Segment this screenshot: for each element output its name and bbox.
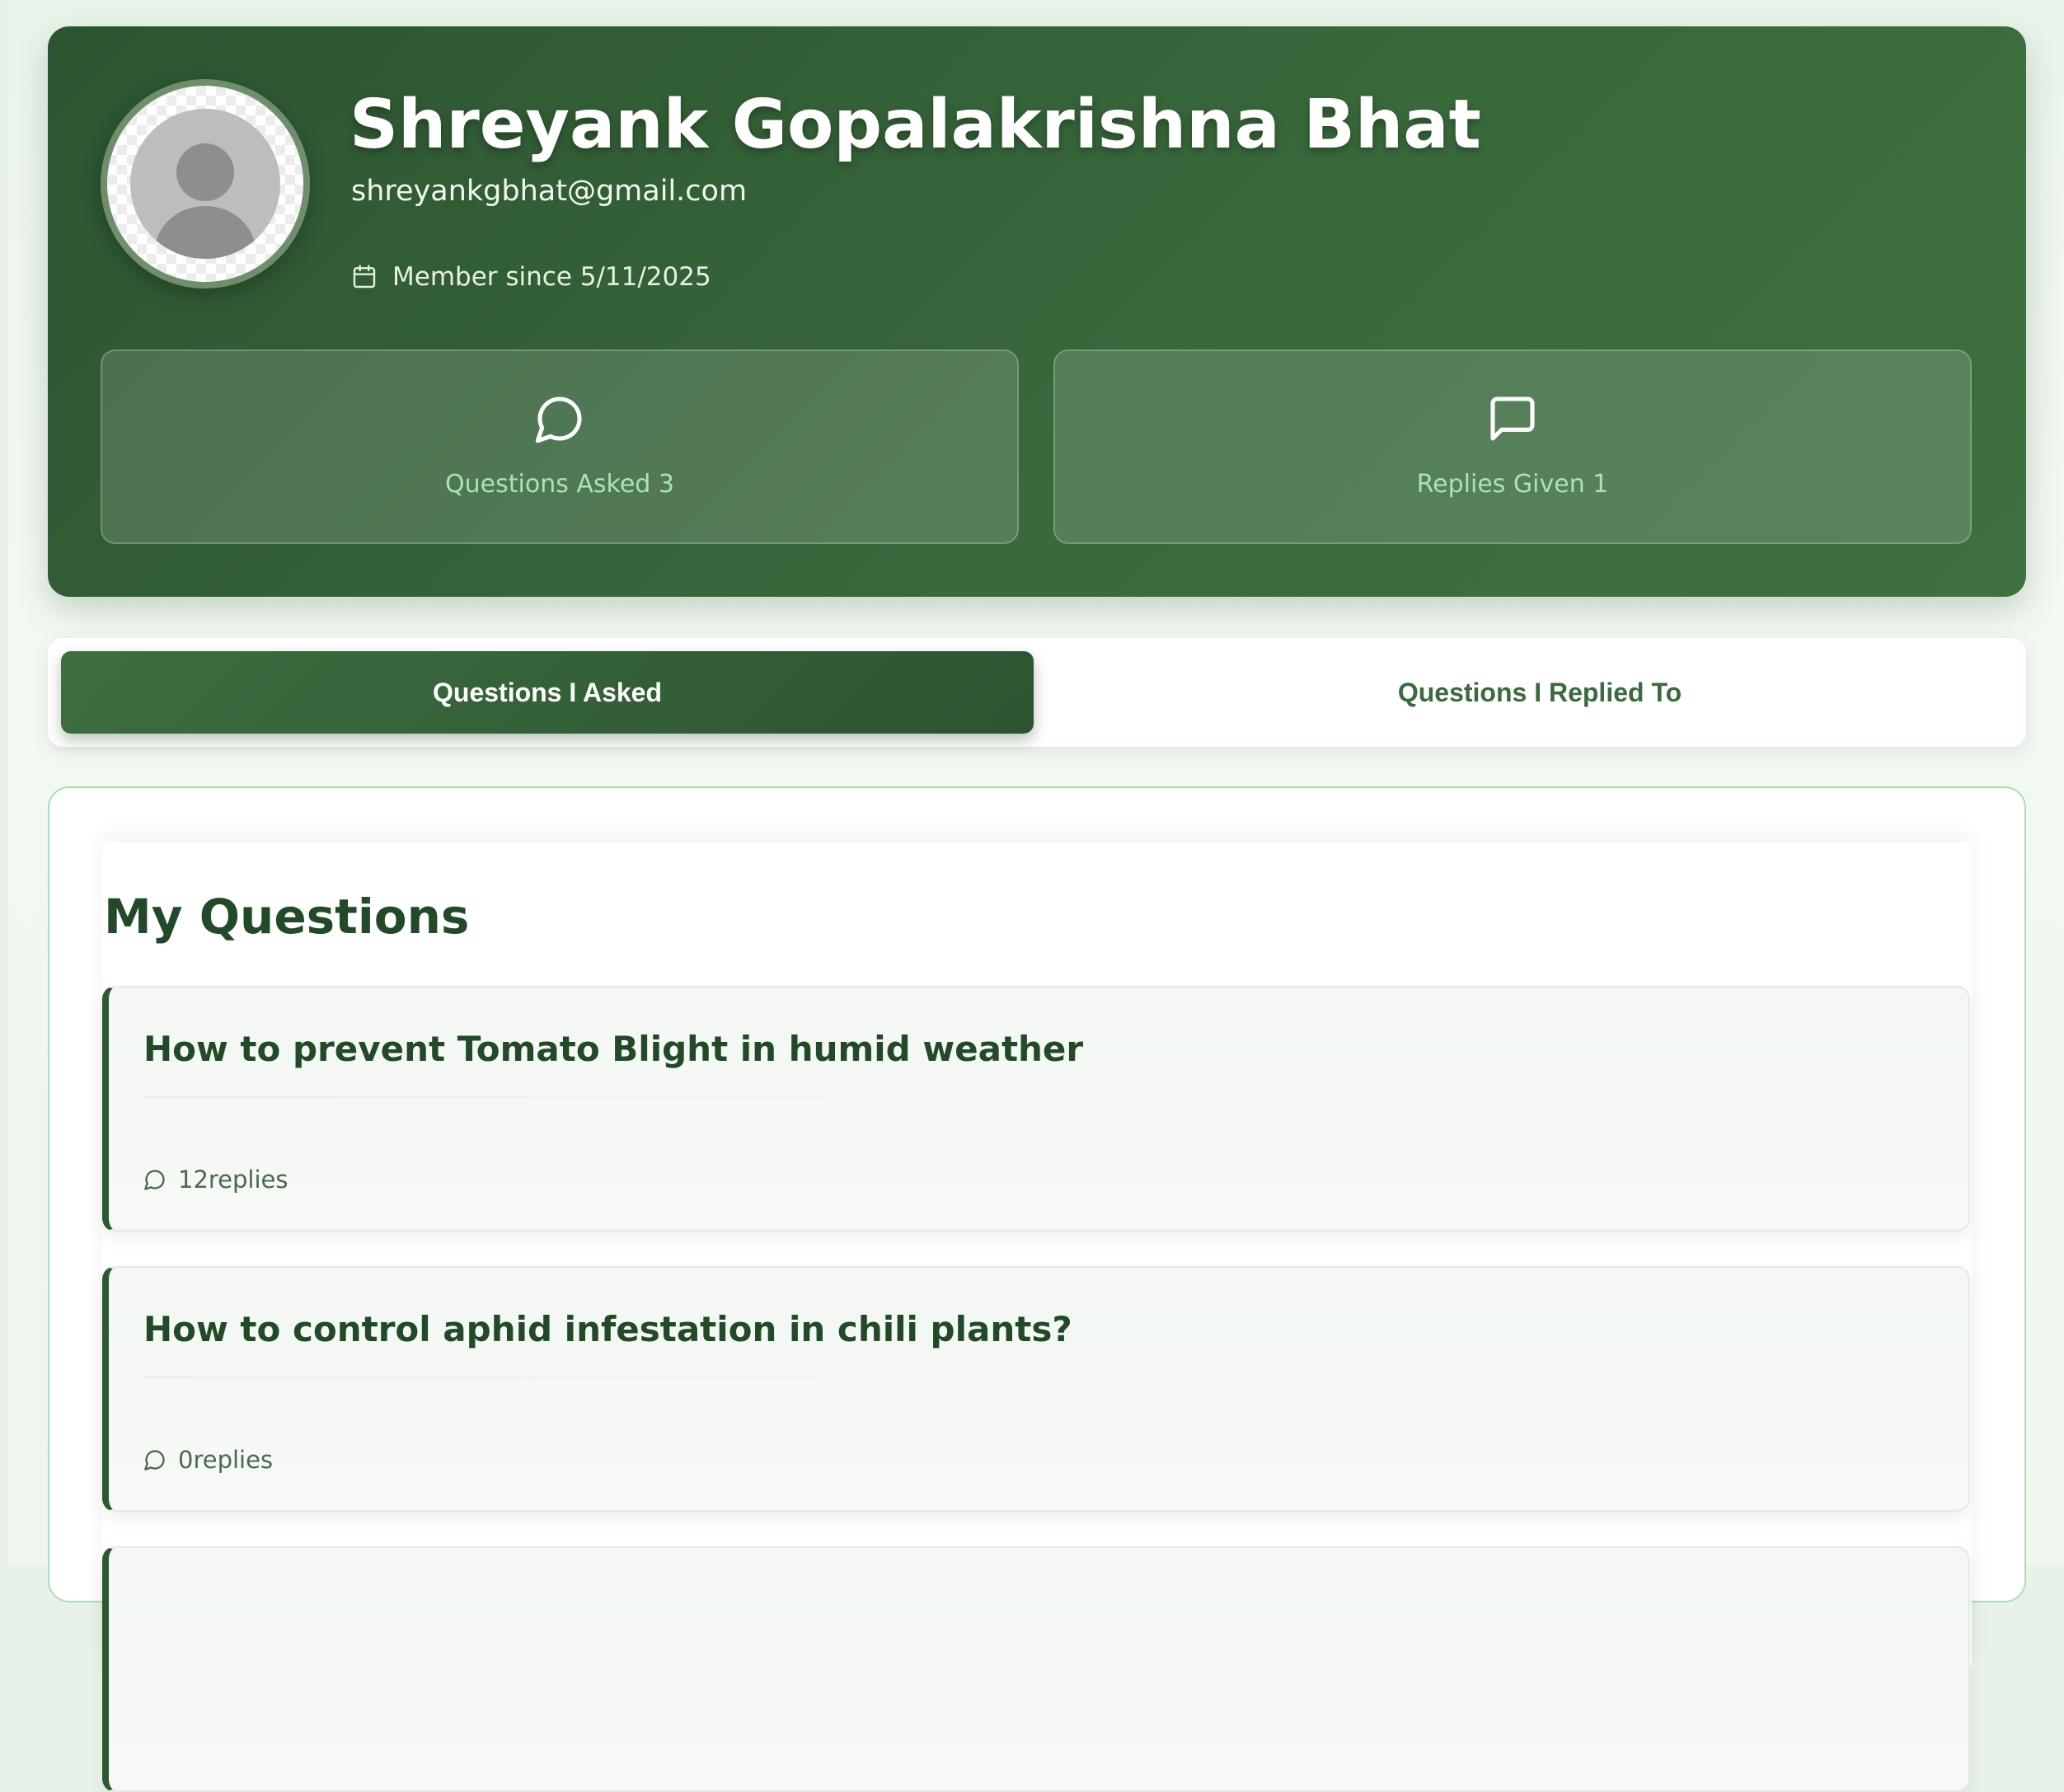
stat-label-replies-given: Replies Given 1 [1416,470,1609,499]
question-title[interactable]: How to prevent Tomato Blight in humid we… [143,1029,1083,1069]
message-square-icon [1490,396,1535,441]
divider [143,1096,1215,1098]
tab-questions-asked[interactable]: Questions I Asked [61,651,1034,734]
avatar-placeholder-icon [130,109,280,259]
section-title: My Questions [104,889,470,945]
page: Shreyank Gopalakrishna Bhat shreyankgbha… [8,0,2064,1792]
reply-bubble-icon [144,1170,165,1190]
question-card[interactable]: How to control aphid infestation in chil… [102,1266,1970,1512]
member-since-text: Member since 5/11/2025 [392,262,711,292]
question-title[interactable]: How to control aphid infestation in chil… [143,1309,1072,1349]
member-since: Member since 5/11/2025 [351,262,711,292]
user-name: Shreyank Gopalakrishna Bhat [349,86,1481,164]
content-panel: My Questions How to prevent Tomato Bligh… [48,786,2026,1792]
reply-count-text: 0replies [178,1446,274,1474]
stat-card-replies-given: Replies Given 1 [1053,349,1972,544]
question-card[interactable] [102,1546,1970,1792]
divider [143,1377,1215,1378]
reply-count: 12replies [143,1166,288,1194]
reply-count: 0replies [143,1446,273,1474]
avatar[interactable] [101,79,310,289]
tabs-bar: Questions I Asked Questions I Replied To [48,638,2026,747]
question-card[interactable]: How to prevent Tomato Blight in humid we… [102,986,1970,1231]
profile-header: Shreyank Gopalakrishna Bhat shreyankgbha… [48,26,2026,597]
user-email: shreyankgbhat@gmail.com [351,175,748,208]
reply-count-text: 12replies [178,1166,288,1194]
message-circle-icon [535,396,582,443]
calendar-icon [353,265,376,289]
stat-label-questions-asked: Questions Asked 3 [445,470,674,499]
stat-card-questions-asked: Questions Asked 3 [101,349,1019,544]
reply-bubble-icon [144,1450,165,1471]
questions-section: My Questions How to prevent Tomato Bligh… [102,842,1972,1792]
tab-questions-replied[interactable]: Questions I Replied To [1053,651,2026,734]
